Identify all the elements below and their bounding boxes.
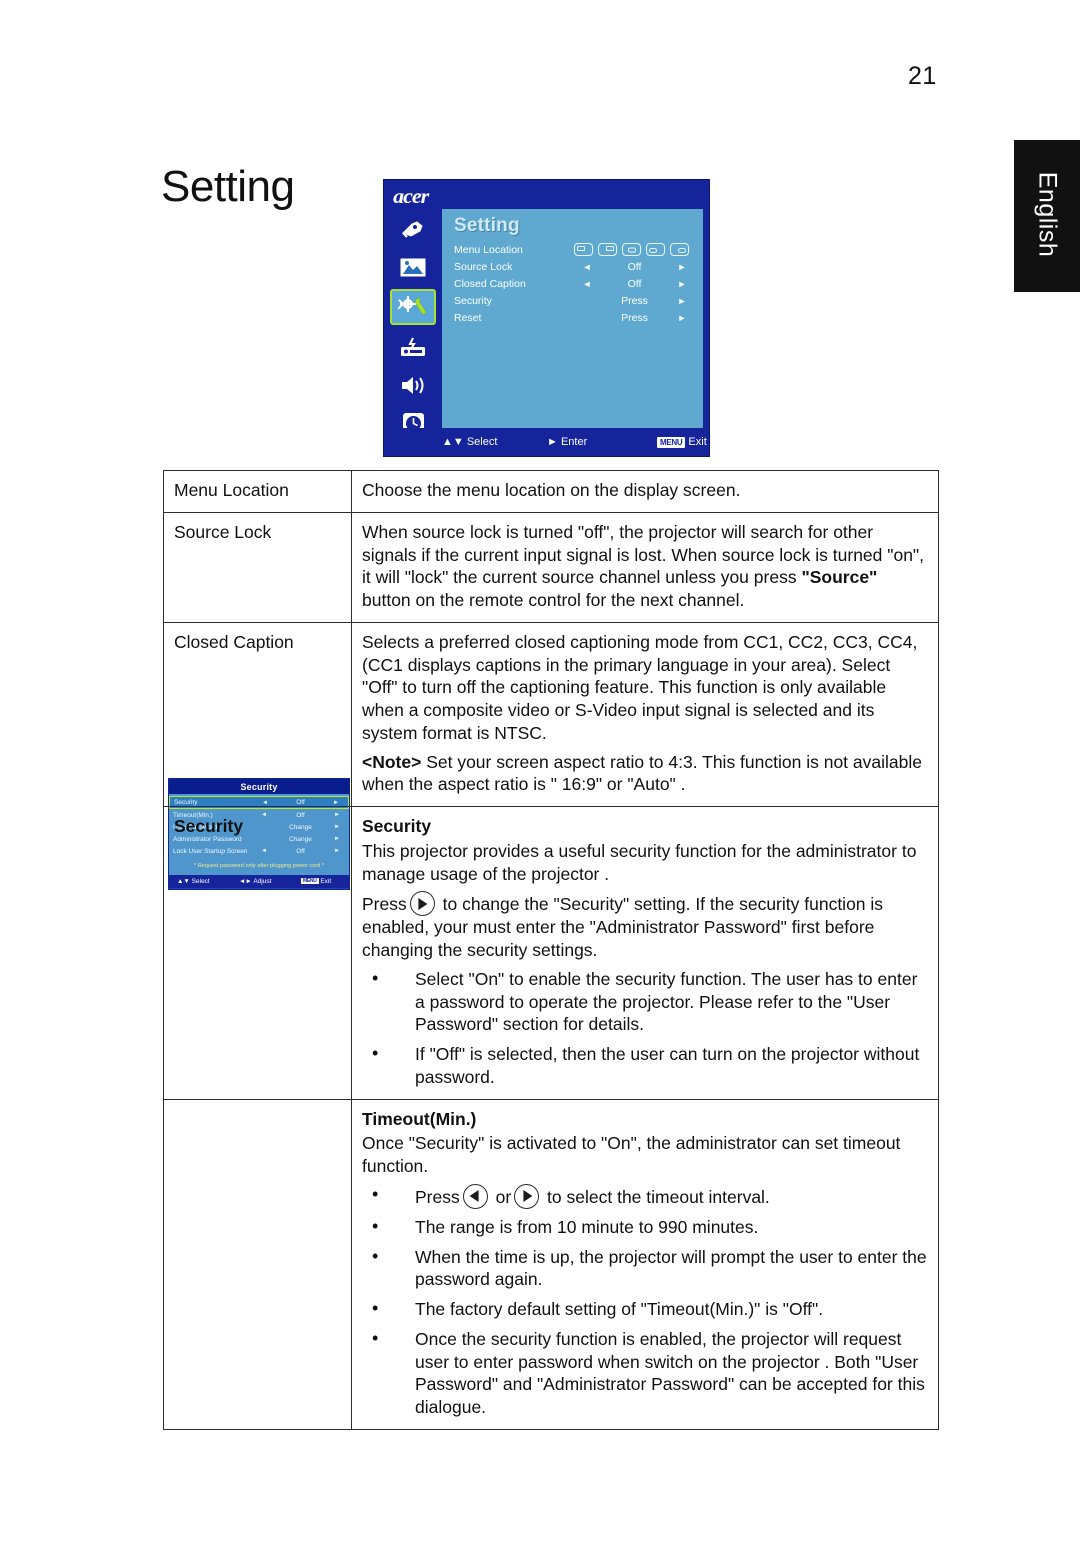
press-suffix: to select the timeout interval. — [547, 1186, 770, 1207]
table-cell-feature-name: Security — [163, 806, 352, 1100]
audio-icon[interactable] — [391, 369, 435, 401]
press-middle: or — [495, 1186, 512, 1207]
table-row: Closed Caption Selects a preferred close… — [163, 621, 939, 808]
osd-value: Off — [627, 260, 642, 273]
osd-nav-exit-label: Exit — [688, 436, 707, 448]
osd-sidebar: ABC — [384, 209, 442, 456]
description-paragraph: Choose the menu location on the display … — [362, 480, 741, 500]
left-arrow-button-icon — [462, 1183, 488, 1209]
security-screenshot-placeholder — [174, 838, 341, 948]
description-paragraph: Once "Security" is activated to "On", th… — [362, 1133, 901, 1176]
table-row: Menu Location Choose the menu location o… — [163, 470, 939, 513]
source-lock-text: When source lock is turned "off", the pr… — [362, 521, 924, 610]
menu-location-top-left-icon[interactable] — [574, 243, 593, 256]
list-item-press: Press or to select the timeout interval. — [362, 1183, 928, 1209]
right-arrow-icon[interactable]: ► — [669, 279, 695, 289]
menu-key-chip: MENU — [657, 436, 686, 448]
menu-location-options[interactable] — [574, 243, 695, 256]
description-paragraph: This projector provides a useful securit… — [362, 840, 917, 884]
osd-label: Security — [454, 294, 492, 307]
press-prefix: Press — [362, 894, 407, 915]
osd-row-source-lock[interactable]: Source Lock ◄ Off ► — [442, 258, 703, 275]
table-cell-description: Timeout(Min.) Once "Security" is activat… — [351, 1098, 939, 1430]
osd-title: Setting — [454, 215, 520, 236]
feature-name-security: Security — [174, 816, 244, 836]
osd-label: Source Lock — [454, 260, 513, 273]
osd-row-reset[interactable]: Reset Press ► — [442, 309, 703, 326]
list-item: If "Off" is selected, then the user can … — [362, 1042, 928, 1089]
timeout-bullet-list: Press or to select the timeout interval.… — [362, 1183, 928, 1419]
osd-panel: Setting Menu Location Source Lock ◄ Off … — [442, 209, 703, 428]
menu-location-bottom-right-icon[interactable] — [670, 243, 689, 256]
osd-value: Press — [621, 311, 648, 324]
language-tab: English — [1014, 140, 1080, 292]
osd-row-security[interactable]: Security Press ► — [442, 292, 703, 309]
menu-location-center-icon[interactable] — [622, 243, 641, 256]
table-cell-feature-name: Source Lock — [163, 511, 352, 623]
press-prefix: Press — [415, 1186, 460, 1207]
language-tab-label: English — [1033, 171, 1062, 258]
note-text: Set your screen aspect ratio to 4:3. Thi… — [362, 751, 922, 795]
osd-value: Press — [621, 294, 648, 307]
description-paragraph: When source lock is turned "off", the pr… — [362, 521, 928, 612]
setting-icon[interactable] — [390, 289, 436, 325]
osd-row-closed-caption[interactable]: Closed Caption ◄ Off ► — [442, 275, 703, 292]
osd-row-menu-location[interactable]: Menu Location — [442, 241, 703, 258]
osd-label: Closed Caption — [454, 277, 526, 290]
osd-label: Menu Location — [454, 243, 523, 256]
section-heading-security: Security — [362, 816, 432, 836]
left-arrow-icon[interactable]: ◄ — [574, 262, 600, 272]
osd-nav-select: ▲▼ Select — [442, 436, 498, 448]
osd-value: Off — [627, 277, 642, 290]
management-icon[interactable] — [391, 331, 435, 363]
menu-location-top-right-icon[interactable] — [598, 243, 617, 256]
image-icon[interactable] — [391, 251, 435, 283]
settings-description-table: Menu Location Choose the menu location o… — [163, 470, 939, 1430]
table-cell-empty — [163, 1098, 352, 1430]
page-title: Setting — [161, 162, 295, 212]
acer-logo: acer — [393, 184, 429, 208]
color-icon[interactable] — [391, 213, 435, 245]
table-cell-description: Security This projector provides a usefu… — [351, 806, 939, 1100]
list-item: The range is from 10 minute to 990 minut… — [362, 1215, 928, 1239]
note-label: <Note> — [362, 751, 422, 772]
left-arrow-icon[interactable]: ◄ — [574, 279, 600, 289]
table-cell-description: Choose the menu location on the display … — [351, 470, 939, 513]
table-row: Source Lock When source lock is turned "… — [163, 511, 939, 623]
press-suffix: to change the "Security" setting. If the… — [362, 894, 884, 960]
right-arrow-icon[interactable]: ► — [669, 313, 695, 323]
menu-location-bottom-left-icon[interactable] — [646, 243, 665, 256]
list-item: The factory default setting of "Timeout(… — [362, 1297, 928, 1321]
right-arrow-icon[interactable]: ► — [669, 262, 695, 272]
table-cell-description: Selects a preferred closed captioning mo… — [351, 621, 939, 808]
list-item: Select "On" to enable the security funct… — [362, 967, 928, 1036]
osd-setting-screenshot: acer Setting Menu Location Source Lock ◄… — [383, 179, 710, 457]
description-paragraph: Selects a preferred closed captioning mo… — [362, 631, 918, 743]
table-cell-feature-name: Menu Location — [163, 470, 352, 513]
section-heading-timeout: Timeout(Min.) — [362, 1108, 477, 1129]
description-note: <Note> Set your screen aspect ratio to 4… — [362, 751, 928, 797]
list-item: When the time is up, the projector will … — [362, 1245, 928, 1292]
table-row: Security Security This projector provide… — [163, 806, 939, 1100]
page-number: 21 — [908, 62, 937, 90]
osd-nav-exit: MENU Exit — [657, 436, 707, 448]
osd-nav-bar: ▲▼ Select ► Enter MENU Exit — [384, 428, 709, 456]
source-button-emphasis: "Source" — [801, 567, 878, 588]
list-item: Once the security function is enabled, t… — [362, 1327, 928, 1419]
table-cell-description: When source lock is turned "off", the pr… — [351, 511, 939, 623]
security-bullet-list: Select "On" to enable the security funct… — [362, 967, 928, 1089]
right-arrow-button-icon — [514, 1183, 540, 1209]
table-cell-feature-name: Closed Caption — [163, 621, 352, 808]
table-row: Timeout(Min.) Once "Security" is activat… — [163, 1098, 939, 1430]
right-arrow-button-icon — [409, 891, 435, 917]
right-arrow-icon[interactable]: ► — [669, 296, 695, 306]
osd-label: Reset — [454, 311, 482, 324]
osd-nav-enter: ► Enter — [547, 436, 588, 448]
press-instruction: Press to change the "Security" setting. … — [362, 891, 928, 962]
